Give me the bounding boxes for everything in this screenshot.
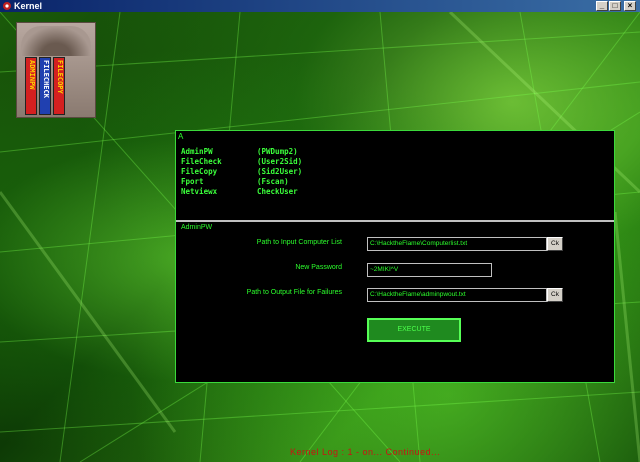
tool-item[interactable]: (PWDump2): [257, 147, 298, 156]
main-panel: A AdminPW (PWDump2) FileCheck (User2Sid) F…: [175, 130, 615, 383]
tool-item[interactable]: Netviewx: [181, 187, 257, 197]
computer-list-field[interactable]: C:\HacktheFlame\Computerlist.txt: [367, 237, 547, 251]
logo-book: FILECOPY: [53, 57, 65, 115]
logo-book: FILECHECK: [39, 57, 51, 115]
computer-list-label: Path to Input Computer List: [256, 239, 342, 246]
tool-item[interactable]: (Sid2User): [257, 167, 302, 176]
output-file-label: Path to Output File for Failures: [246, 289, 342, 296]
logo-book: ADMINPW: [25, 57, 37, 115]
app-icon: [3, 2, 11, 10]
status-text: Kernel Log : 1 - on... Continued...: [290, 447, 441, 457]
computer-list-browse-button[interactable]: Ck: [547, 237, 563, 251]
execute-button[interactable]: EXECUTE: [367, 318, 461, 342]
tool-item[interactable]: AdminPW: [181, 147, 257, 157]
close-button[interactable]: ×: [624, 1, 636, 11]
section-label: AdminPW: [181, 224, 213, 231]
tool-item[interactable]: (User2Sid): [257, 157, 302, 166]
maximize-button[interactable]: □: [609, 1, 621, 11]
window-title: Kernel: [14, 1, 43, 11]
new-password-field[interactable]: ~2MIKI^V: [367, 263, 492, 277]
tool-list: AdminPW (PWDump2) FileCheck (User2Sid) Fil…: [181, 147, 302, 197]
tool-item[interactable]: FileCopy: [181, 167, 257, 177]
tool-item[interactable]: (Fscan): [257, 177, 289, 186]
logo-arch: [21, 26, 91, 56]
app-logo: ADMINPW FILECHECK FILECOPY: [16, 22, 96, 118]
title-bar: Kernel _ □ ×: [0, 0, 640, 12]
panel-divider: [176, 220, 614, 222]
tool-item[interactable]: FileCheck: [181, 157, 257, 167]
minimize-button[interactable]: _: [596, 1, 608, 11]
output-file-field[interactable]: C:\HacktheFlame\adminpwout.txt: [367, 288, 547, 302]
output-file-browse-button[interactable]: Ck: [547, 288, 563, 302]
tool-item[interactable]: CheckUser: [257, 187, 298, 196]
tool-item[interactable]: Fport: [181, 177, 257, 187]
new-password-label: New Password: [295, 264, 342, 271]
panel-top-char: A: [178, 132, 184, 141]
